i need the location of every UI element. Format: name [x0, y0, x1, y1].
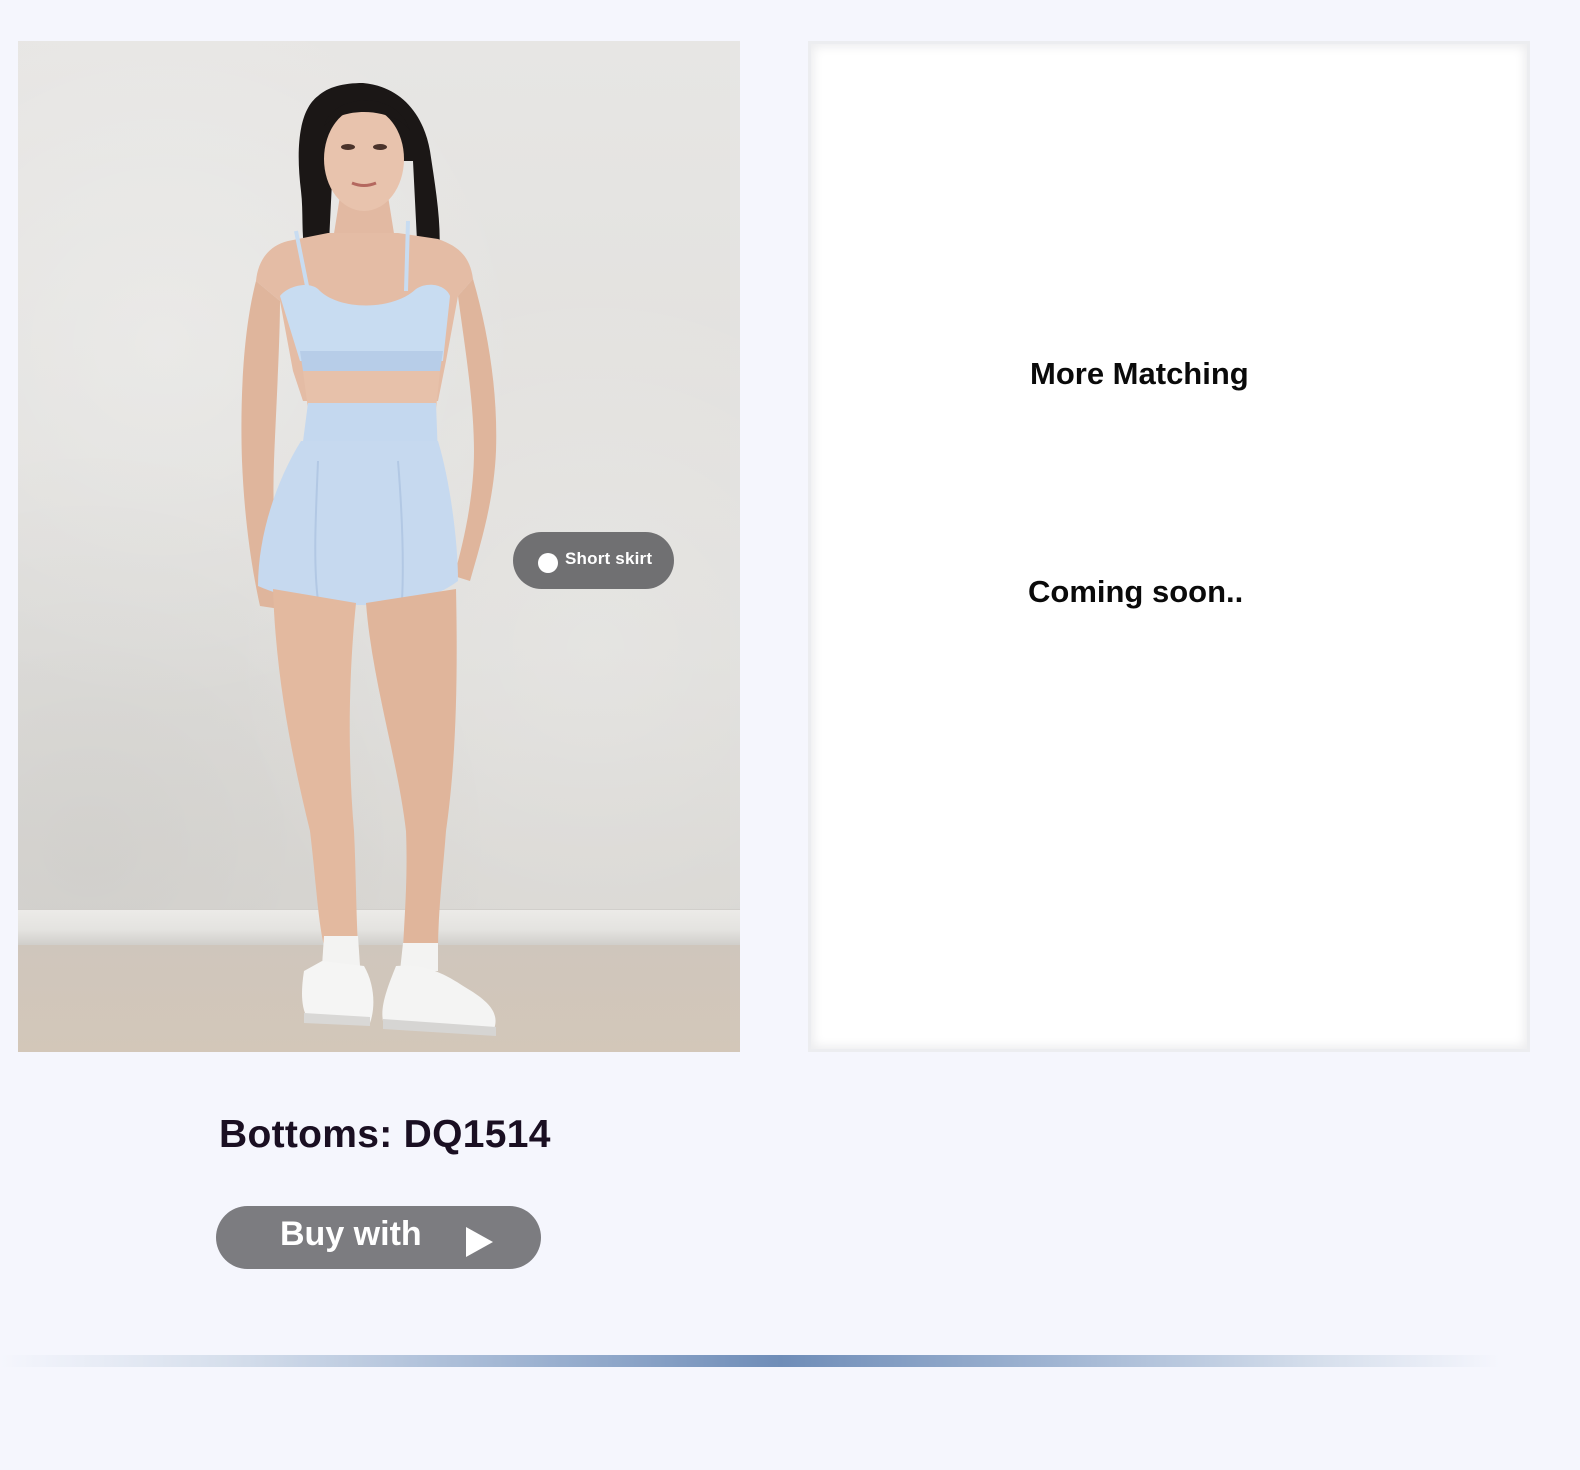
hotspot-label: Short skirt: [565, 549, 653, 568]
section-divider: [0, 1355, 1500, 1367]
hotspot-dot-icon: [538, 552, 558, 573]
play-icon: [465, 1226, 493, 1257]
buy-with-button[interactable]: Buy with: [216, 1206, 541, 1269]
buy-button-label: Buy with: [280, 1215, 422, 1253]
more-matching-panel: More Matching Coming soon..: [808, 41, 1530, 1052]
coming-soon-text: Coming soon..: [1028, 574, 1244, 609]
product-code: Bottoms: DQ1514: [219, 1113, 551, 1156]
product-photo: Short skirt: [18, 41, 740, 1052]
more-matching-title: More Matching: [1030, 356, 1249, 391]
short-skirt-hotspot[interactable]: Short skirt: [513, 532, 674, 589]
